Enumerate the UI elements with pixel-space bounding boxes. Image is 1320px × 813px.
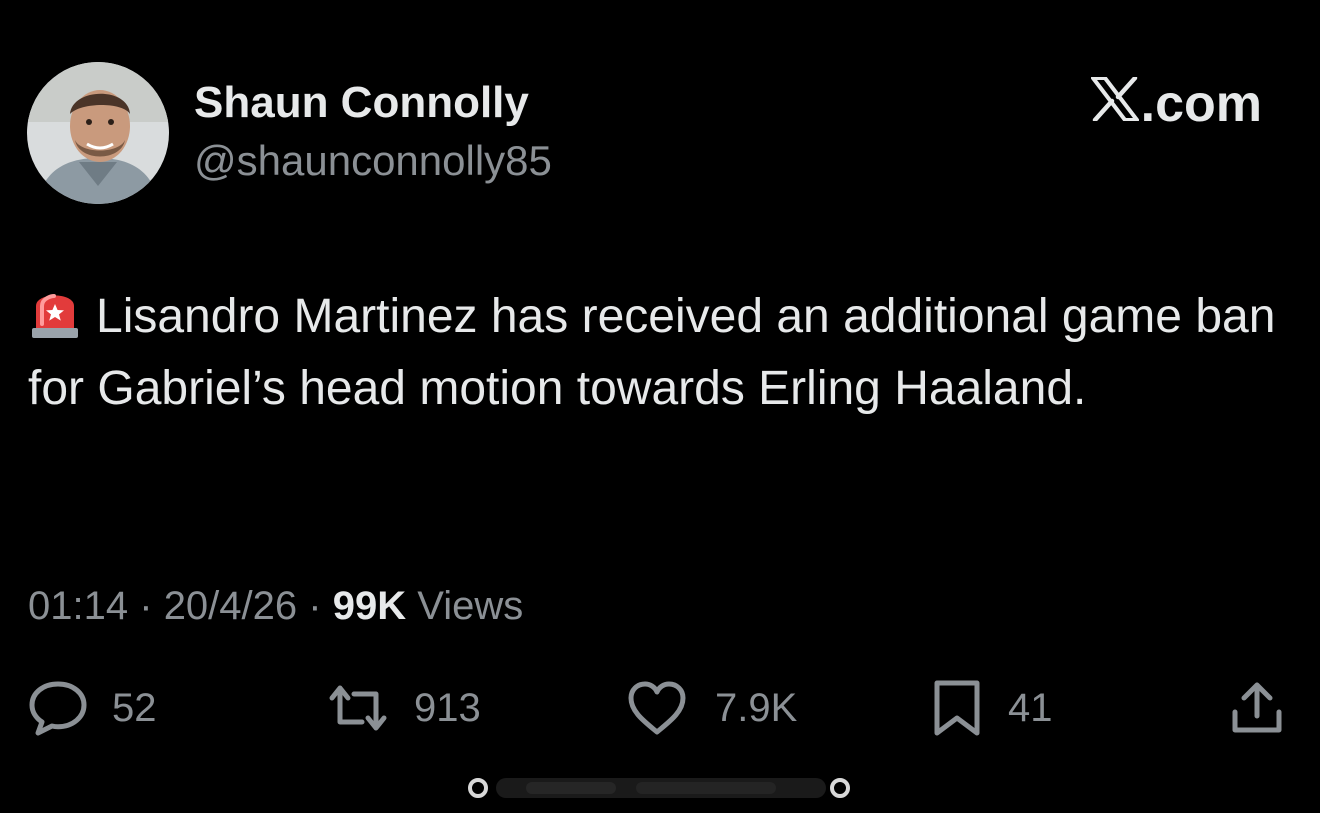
- bookmark-icon: [930, 678, 984, 738]
- like-button[interactable]: 7.9K: [627, 672, 797, 744]
- x-logo-icon: [1090, 74, 1139, 134]
- brand-logo: .com: [1090, 74, 1262, 134]
- police-siren-icon: [28, 284, 82, 340]
- views-count: 99K: [332, 584, 407, 628]
- tweet-date[interactable]: 20/4/26: [164, 584, 297, 628]
- bookmark-button[interactable]: 41: [930, 672, 1053, 744]
- like-count: 7.9K: [715, 685, 798, 730]
- repost-icon: [326, 682, 390, 734]
- tweet-text: Lisandro Martinez has received an additi…: [28, 281, 1278, 425]
- reply-button[interactable]: 52: [28, 672, 157, 744]
- repost-count: 913: [414, 685, 481, 730]
- meta-separator: ·: [308, 584, 322, 628]
- blurred-watermark: [466, 768, 856, 804]
- author-handle[interactable]: @shaunconnolly85: [194, 135, 552, 187]
- share-icon: [1229, 680, 1285, 736]
- tweet-text-body: Lisandro Martinez has received an additi…: [28, 290, 1276, 415]
- share-button[interactable]: [1229, 672, 1285, 744]
- tweet-meta: 01:14 · 20/4/26 · 99K Views: [28, 580, 523, 632]
- views-label: Views: [417, 584, 524, 628]
- like-icon: [627, 680, 687, 736]
- avatar[interactable]: [27, 62, 169, 204]
- reply-count: 52: [112, 685, 157, 730]
- brand-label: .com: [1140, 75, 1262, 133]
- action-bar: 52 913 7.9K 41: [0, 672, 1320, 744]
- meta-separator: ·: [139, 584, 153, 628]
- tweet-time[interactable]: 01:14: [28, 584, 128, 628]
- bookmark-count: 41: [1008, 685, 1053, 730]
- reply-icon: [28, 680, 88, 736]
- repost-button[interactable]: 913: [326, 672, 481, 744]
- author-display-name[interactable]: Shaun Connolly: [194, 76, 529, 130]
